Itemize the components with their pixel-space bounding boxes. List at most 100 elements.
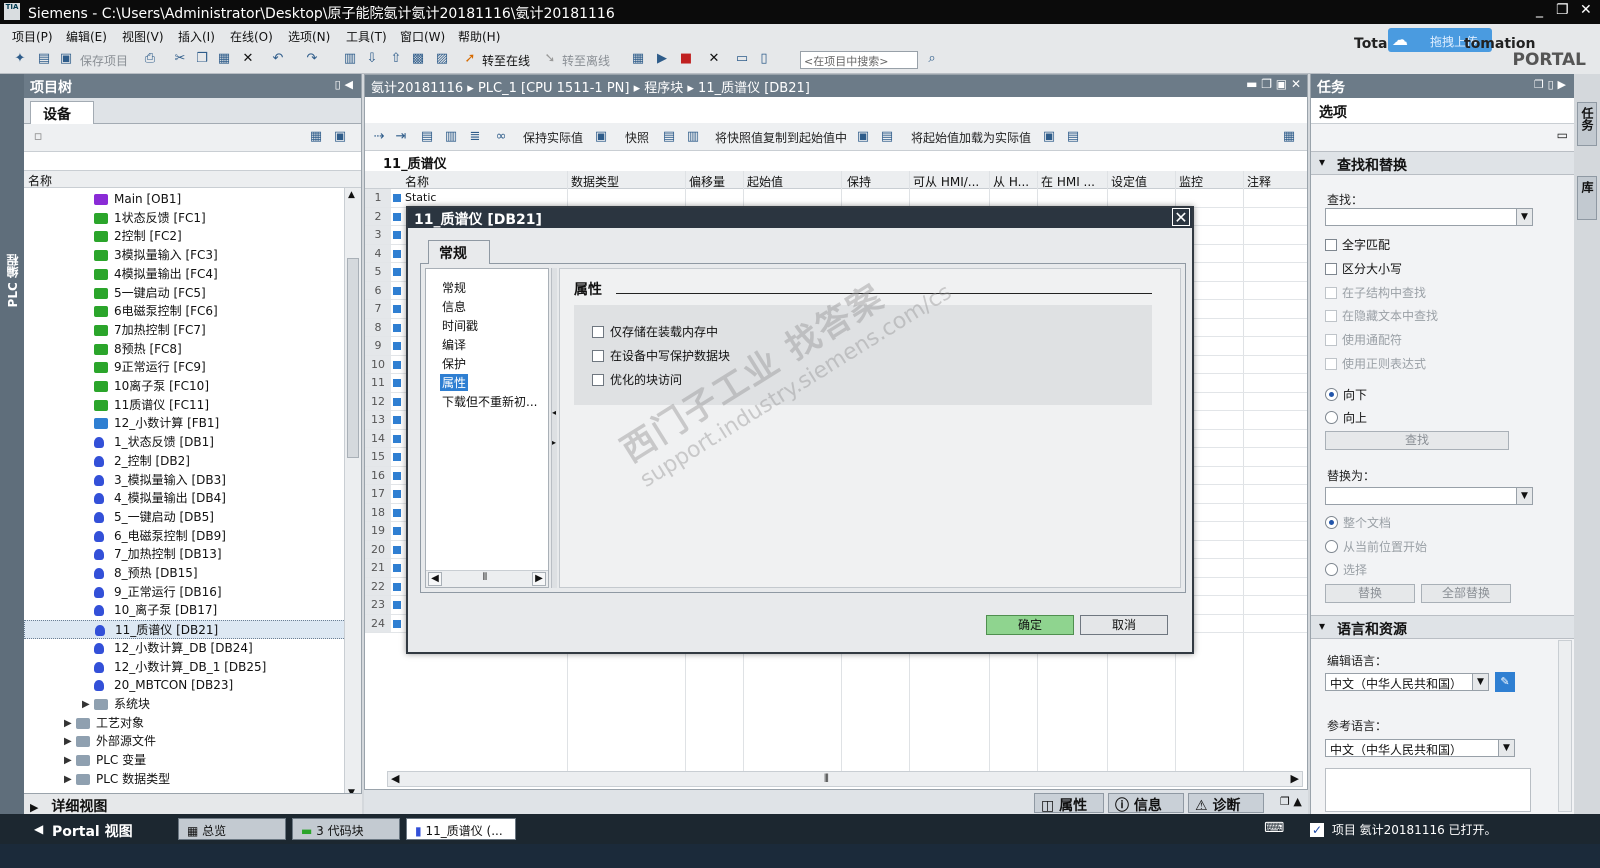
row-number[interactable]: 17 [365,485,391,503]
cut-icon[interactable]: ✂ [172,51,188,67]
nav-attributes[interactable]: 属性 [440,374,469,391]
tree-item[interactable]: ▶ PLC 数据类型 [24,770,346,789]
dropdown-arrow-icon[interactable]: ▼ [1472,674,1488,690]
tree-item[interactable]: Main [OB1] [24,190,346,209]
regex-checkbox[interactable]: 使用正则表达式 [1325,355,1426,372]
task-panel-scrollbar[interactable] [1558,640,1572,812]
row-number[interactable]: 1 [365,189,391,207]
menu-view[interactable]: 视图(V) [122,28,164,45]
close-icon[interactable]: ✕ [1580,2,1592,18]
tree-item[interactable]: 10离子泵 [FC10] [24,377,346,396]
snapshot-copy-icon[interactable]: ▤ [661,129,677,145]
close-icon[interactable]: ✕ [1172,208,1190,227]
row-number[interactable]: 23 [365,596,391,614]
checkbox-box[interactable] [1325,287,1337,299]
tree-item[interactable]: 12_小数计算 [FB1] [24,414,346,433]
split-vertical-icon[interactable]: ▯ [756,51,772,67]
col-retain[interactable]: 保持 [847,173,871,190]
nav-timestamps[interactable]: 时间戳 [442,317,478,334]
copy-icon[interactable]: ❐ [194,51,210,67]
direction-down-radio[interactable]: 向下 [1325,386,1367,403]
tree-item[interactable]: 2控制 [FC2] [24,227,346,246]
project-tree-scrollbar[interactable]: ▲ ▼ [344,188,361,800]
whole-word-checkbox[interactable]: 全字匹配 [1325,236,1390,253]
reference-language-select[interactable]: 中文（中华人民共和国） ▼ [1325,739,1515,757]
options-layout-icon[interactable]: ▭ [1557,128,1568,142]
editor-hscrollbar[interactable]: ◀ ⦀ ▶ [387,771,1303,787]
radio-dot[interactable] [1325,388,1338,401]
nav-general[interactable]: 常规 [442,279,466,296]
undo-icon[interactable]: ↶ [270,51,286,67]
row-number[interactable]: 12 [365,392,391,410]
tree-item[interactable]: 2_控制 [DB2] [24,452,346,471]
checkbox-box[interactable] [1325,310,1337,322]
tree-item[interactable]: 3_模拟量输入 [DB3] [24,471,346,490]
row-number[interactable]: 18 [365,503,391,521]
tree-item[interactable]: 8预热 [FC8] [24,340,346,359]
ok-button[interactable]: 确定 [986,615,1074,635]
plcsim-icon[interactable]: ▨ [434,51,450,67]
col-comment[interactable]: 注释 [1247,173,1271,190]
radio-dot[interactable] [1325,411,1338,424]
row-number[interactable]: 5 [365,263,391,281]
tab-devices[interactable]: 设备 [30,101,94,125]
direction-up-radio[interactable]: 向上 [1325,409,1367,426]
go-online-button[interactable]: 转至在线 [482,52,530,69]
simulation-icon[interactable]: ▩ [410,51,426,67]
row-number[interactable]: 19 [365,522,391,540]
row-number[interactable]: 3 [365,226,391,244]
write-protect-checkbox[interactable]: 在设备中写保护数据块 [592,347,730,364]
menu-project[interactable]: 项目(P) [12,28,53,45]
tree-item[interactable]: 6_电磁泵控制 [DB9] [24,527,346,546]
db-icon[interactable]: ▣ [593,129,609,145]
tree-item[interactable]: ▶ PLC 变量 [24,751,346,770]
open-project-icon[interactable]: ▤ [36,51,52,67]
row-number[interactable]: 20 [365,540,391,558]
db21-tab[interactable]: ▮ 11_质谱仪 (... [406,818,516,840]
code-blocks-tab[interactable]: ▬ 3 代码块 [292,818,400,840]
row-number[interactable]: 7 [365,300,391,318]
row-number[interactable]: 6 [365,281,391,299]
delete-icon[interactable]: ✕ [240,51,256,67]
edit-language-select[interactable]: 中文（中华人民共和国） ▼ [1325,673,1489,691]
row-number[interactable]: 22 [365,577,391,595]
tree-item[interactable]: 7加热控制 [FC7] [24,321,346,340]
insert-row-icon[interactable]: ⇢ [371,129,387,145]
collapse-panel-icon[interactable]: ▯ ◀ [335,78,353,91]
print-icon[interactable]: ⎙ [142,51,158,67]
menu-tools[interactable]: 工具(T) [346,28,387,45]
accessible-devices-icon[interactable]: ▦ [630,51,646,67]
copy-icon[interactable]: ▣ [855,129,871,145]
go-offline-button[interactable]: 转至离线 [562,52,610,69]
tree-item[interactable]: 7_加热控制 [DB13] [24,545,346,564]
scope-whole-document-radio[interactable]: 整个文档 [1325,514,1391,531]
split-editor-icon[interactable]: ▥ [342,51,358,67]
search-substructures-checkbox[interactable]: 在子结构中查找 [1325,284,1426,301]
find-button[interactable]: 查找 [1325,431,1509,450]
task-panel-controls-icon[interactable]: ❐ ▯ ▶ [1534,78,1566,91]
tree-options-icon[interactable]: ▣ [332,129,348,145]
scope-from-current-radio[interactable]: 从当前位置开始 [1325,538,1427,555]
menu-window[interactable]: 窗口(W) [400,28,445,45]
download-icon[interactable]: ⇩ [364,51,380,67]
nav-download-without-reinit[interactable]: 下载但不重新初... [442,393,537,410]
tree-item[interactable]: 12_小数计算_DB_1 [DB25] [24,658,346,677]
split-horizontal-icon[interactable]: ▭ [734,51,750,67]
dialog-splitter[interactable]: ◂ ▸ [551,268,557,588]
keep-actual-values-button[interactable]: 保持实际值 [523,129,583,146]
col-start-value[interactable]: 起始值 [747,173,783,190]
match-case-checkbox[interactable]: 区分大小写 [1325,260,1402,277]
cancel-button[interactable]: 取消 [1080,615,1168,635]
tree-item[interactable]: ▶ 工艺对象 [24,714,346,733]
nav-information[interactable]: 信息 [442,298,466,315]
tab-properties[interactable]: ◫ 属性 [1034,793,1104,814]
tab-diagnostics[interactable]: ⚠ 诊断 [1188,793,1264,814]
tree-item[interactable]: 4模拟量输出 [FC4] [24,265,346,284]
radio-dot[interactable] [1325,540,1338,553]
row-number[interactable]: 24 [365,614,391,632]
radio-dot[interactable] [1325,516,1338,529]
tree-item[interactable]: 5一键启动 [FC5] [24,284,346,303]
checkbox-box[interactable] [1325,334,1337,346]
radio-dot[interactable] [1325,563,1338,576]
menu-insert[interactable]: 插入(I) [178,28,215,45]
